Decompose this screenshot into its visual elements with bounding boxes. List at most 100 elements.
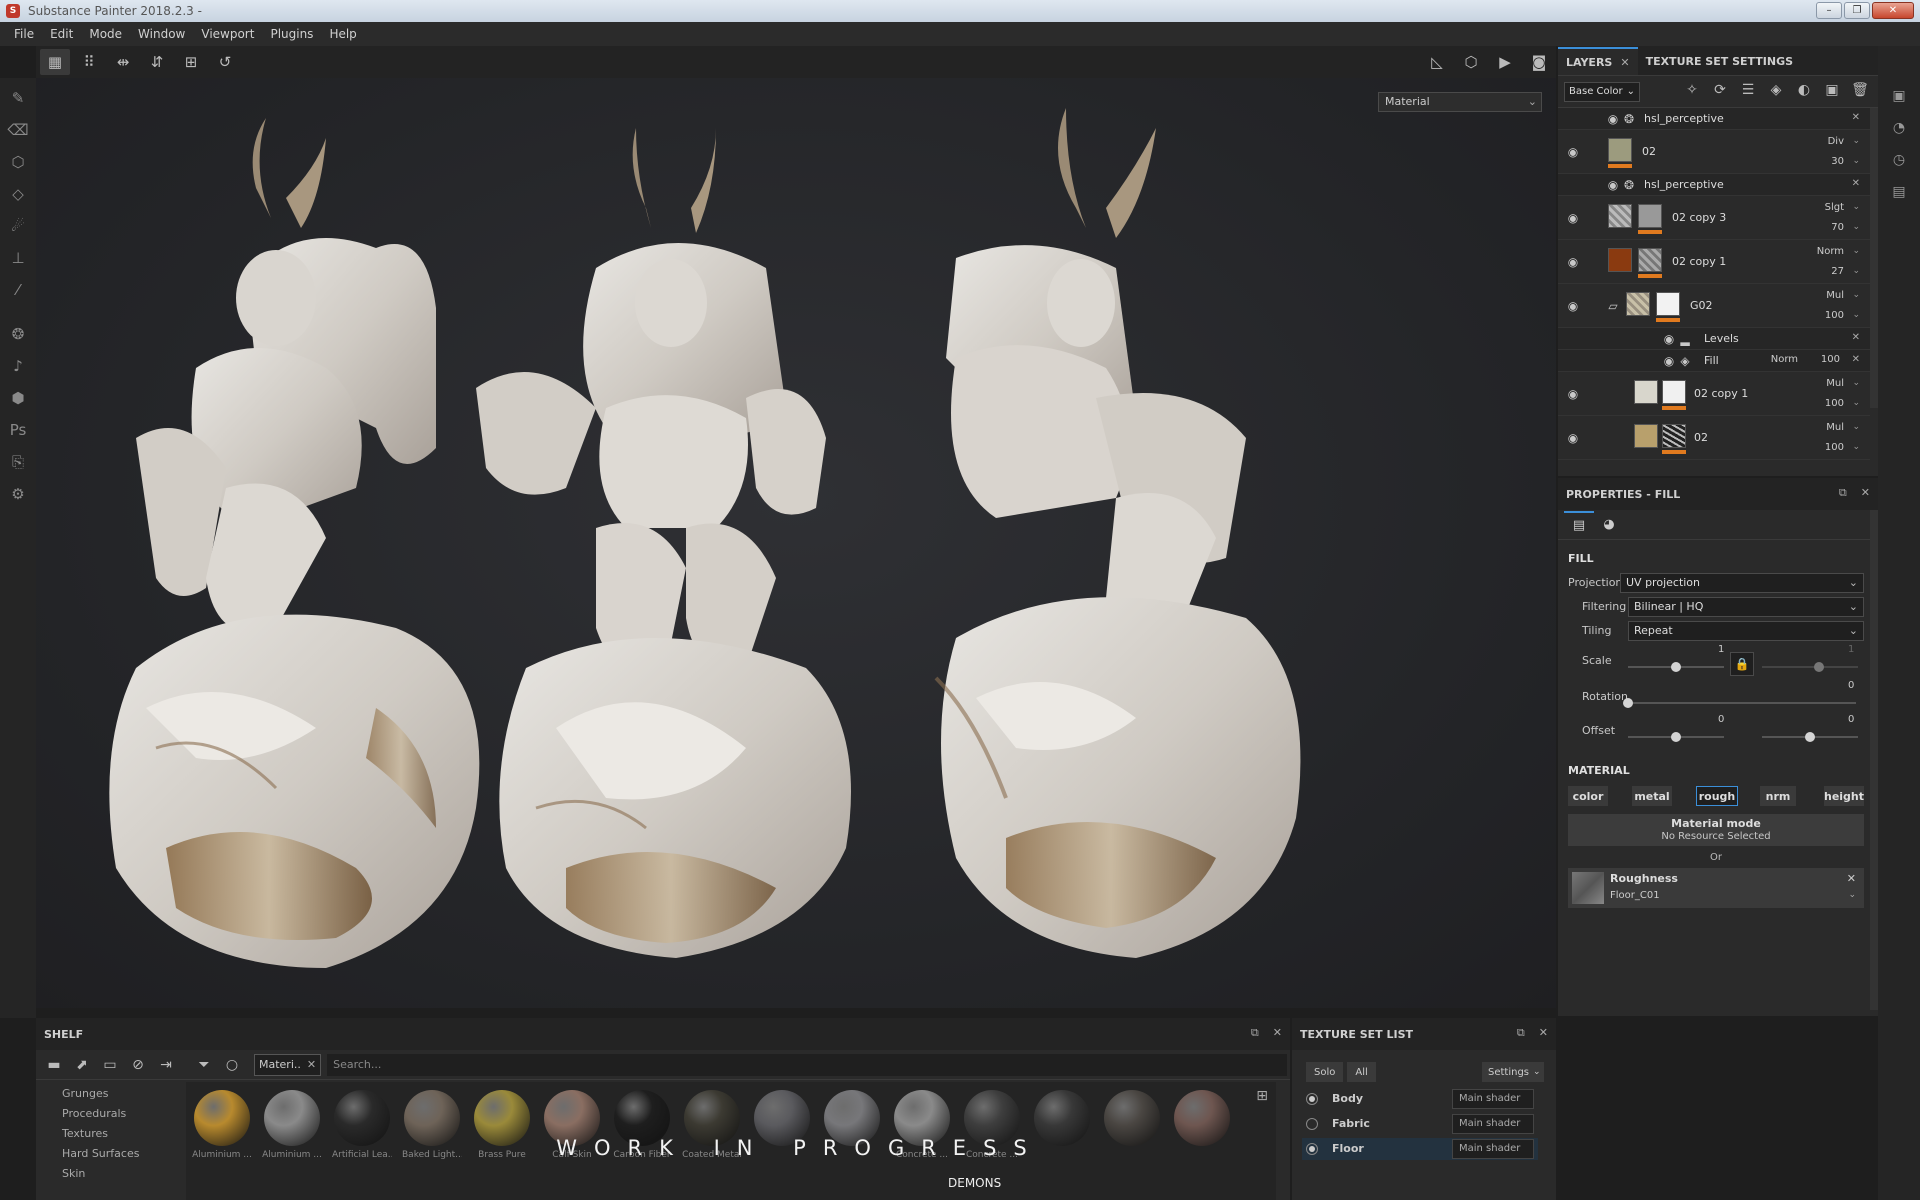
projection-icon[interactable]: ⬡ [4,148,32,176]
visibility-eye-icon[interactable]: ◉ [1606,112,1620,126]
layer-opacity[interactable]: 100 [1825,442,1844,453]
minimize-icon[interactable]: – [1816,2,1842,19]
export-icon[interactable]: ⎘ [4,448,32,476]
paint-brush-icon[interactable]: ✎ [4,84,32,112]
remove-effect-icon[interactable]: ✕ [1852,332,1860,343]
bell-icon[interactable]: ♪ [4,352,32,380]
close-window-icon[interactable]: ✕ [1872,2,1914,19]
close-panel-icon[interactable]: ✕ [1539,1026,1548,1040]
close-panel-icon[interactable]: ✕ [1861,486,1870,500]
symmetry-icon[interactable]: ⇹ [108,49,138,75]
layer-folder-row[interactable]: ◉ ▱ G02 Mul ⌄ 100 ⌄ [1558,284,1870,328]
undock-icon[interactable]: ⧉ [1517,1026,1525,1040]
menu-help[interactable]: Help [321,27,364,41]
visibility-eye-icon[interactable]: ◉ [1566,387,1580,401]
menu-plugins[interactable]: Plugins [262,27,321,41]
refresh-icon[interactable]: ○ [218,1057,246,1073]
3d-cube-icon[interactable]: ⬡ [1456,49,1486,75]
layer-opacity[interactable]: 100 [1821,354,1840,365]
chevron-down-icon[interactable]: ⌄ [1848,890,1856,900]
hide-icon[interactable]: ⊘ [124,1057,152,1073]
layer-opacity[interactable]: 27 [1831,266,1844,277]
layer-opacity[interactable]: 70 [1831,222,1844,233]
scale-slider-v-handle[interactable] [1814,662,1824,672]
layer-opacity[interactable]: 30 [1831,156,1844,167]
category-grunges[interactable]: Grunges [62,1084,176,1104]
visibility-eye-icon[interactable]: ◉ [1566,299,1580,313]
magic-wand-icon[interactable]: ✧ [1678,82,1706,98]
solo-button[interactable]: Solo [1306,1062,1344,1082]
layer-row[interactable]: ◉ 02 copy 1 Mul ⌄ 100 ⌄ [1558,372,1870,416]
remove-effect-icon[interactable]: ✕ [1852,178,1860,189]
blend-mode[interactable]: Mul [1826,290,1844,301]
uv-grid-icon[interactable]: ▦ [40,49,70,75]
layer-effect-row[interactable]: ◉ ❂ hsl_perceptive ✕ [1558,108,1870,130]
filtering-select[interactable]: Bilinear | HQ ⌄ [1628,597,1864,617]
layer-opacity[interactable]: 100 [1825,310,1844,321]
projection-select[interactable]: UV projection ⌄ [1620,573,1864,593]
channel-rough-button[interactable]: rough [1696,786,1738,806]
screenshot-camera-icon[interactable]: ◙ [1524,49,1554,75]
3d-viewport[interactable]: Material ⌄ [36,78,1556,1008]
lock-icon[interactable]: 🔒 [1730,652,1754,676]
layer-row[interactable]: ◉ 02 copy 3 Slgt ⌄ 70 ⌄ [1558,196,1870,240]
texture-set-radio[interactable] [1306,1093,1318,1105]
texture-set-settings-button[interactable]: Settings ⌄ [1482,1062,1544,1082]
rotation-slider[interactable] [1628,702,1856,704]
layer-effect-row[interactable]: ◉ ❂ hsl_perceptive ✕ [1558,174,1870,196]
tab-layers[interactable]: LAYERS ✕ [1558,47,1638,75]
menu-file[interactable]: File [6,27,42,41]
remove-effect-icon[interactable]: ✕ [1852,112,1860,123]
tab-material-settings-icon[interactable]: ▤ [1564,510,1594,539]
layer-effect-row[interactable]: ◉ ▂ Levels ✕ [1558,328,1870,350]
remove-resource-icon[interactable]: ✕ [1847,872,1856,885]
blend-mode[interactable]: Norm [1817,246,1844,257]
menu-viewport[interactable]: Viewport [193,27,262,41]
filter-chip[interactable]: Materi.. ✕ [254,1053,322,1076]
eraser-icon[interactable]: ⌫ [4,116,32,144]
texture-set-row[interactable]: Fabric Main shader [1302,1113,1538,1135]
visibility-eye-icon[interactable]: ◉ [1662,354,1676,368]
texture-set-row[interactable]: Body Main shader [1302,1088,1538,1110]
align-icon[interactable]: ⇵ [142,49,172,75]
tab-sphere-icon[interactable]: ◕ [1594,511,1624,539]
polygon-fill-icon[interactable]: ◇ [4,180,32,208]
menu-mode[interactable]: Mode [81,27,130,41]
remove-filter-icon[interactable]: ✕ [307,1058,316,1071]
add-effect-icon[interactable]: ⟳ [1706,82,1734,98]
blend-mode[interactable]: Mul [1826,378,1844,389]
shader-settings-icon[interactable]: ◔ [1885,114,1913,142]
filter-funnel-icon[interactable]: ⏷ [190,1057,218,1073]
add-frame-icon[interactable]: ⊞ [176,49,206,75]
color-picker-icon[interactable]: ⁄ [4,276,32,304]
save-icon[interactable]: ▭ [96,1057,124,1073]
visibility-eye-icon[interactable]: ◉ [1566,255,1580,269]
layer-opacity[interactable]: 100 [1825,398,1844,409]
smudge-icon[interactable]: ☄ [4,212,32,240]
close-tab-icon[interactable]: ✕ [1620,56,1629,69]
roughness-resource[interactable]: Roughness Floor_C01 ✕ ⌄ [1568,868,1864,908]
channel-color-button[interactable]: color [1568,786,1608,806]
import-icon[interactable]: ⇥ [152,1057,180,1073]
close-panel-icon[interactable]: ✕ [1273,1026,1282,1040]
blend-mode[interactable]: Norm [1771,354,1798,365]
photoshop-export-icon[interactable]: Ps [4,416,32,444]
add-fill-layer-icon[interactable]: ◈ [1762,82,1790,98]
visibility-eye-icon[interactable]: ◉ [1566,211,1580,225]
menu-edit[interactable]: Edit [42,27,81,41]
restore-icon[interactable]: ❐ [1844,2,1870,19]
undock-icon[interactable]: ⧉ [1251,1026,1259,1040]
shelf-search-input[interactable]: Search... [327,1053,1288,1076]
scale-slider-v[interactable] [1762,666,1858,668]
offset-u-slider-handle[interactable] [1671,732,1681,742]
blend-mode[interactable]: Div [1828,136,1844,147]
blend-mode[interactable]: Mul [1826,422,1844,433]
channel-select[interactable]: Base Color ⌄ [1564,81,1640,102]
add-mask-icon[interactable]: ◐ [1790,82,1818,98]
clone-stamp-icon[interactable]: ⊥ [4,244,32,272]
delete-layer-icon[interactable]: 🗑 [1846,82,1874,98]
visibility-eye-icon[interactable]: ◉ [1606,178,1620,192]
layer-row[interactable]: ◉ 02 Div ⌄ 30 ⌄ [1558,130,1870,174]
blend-mode[interactable]: Slgt [1825,202,1844,213]
rotation-slider-handle[interactable] [1623,698,1633,708]
